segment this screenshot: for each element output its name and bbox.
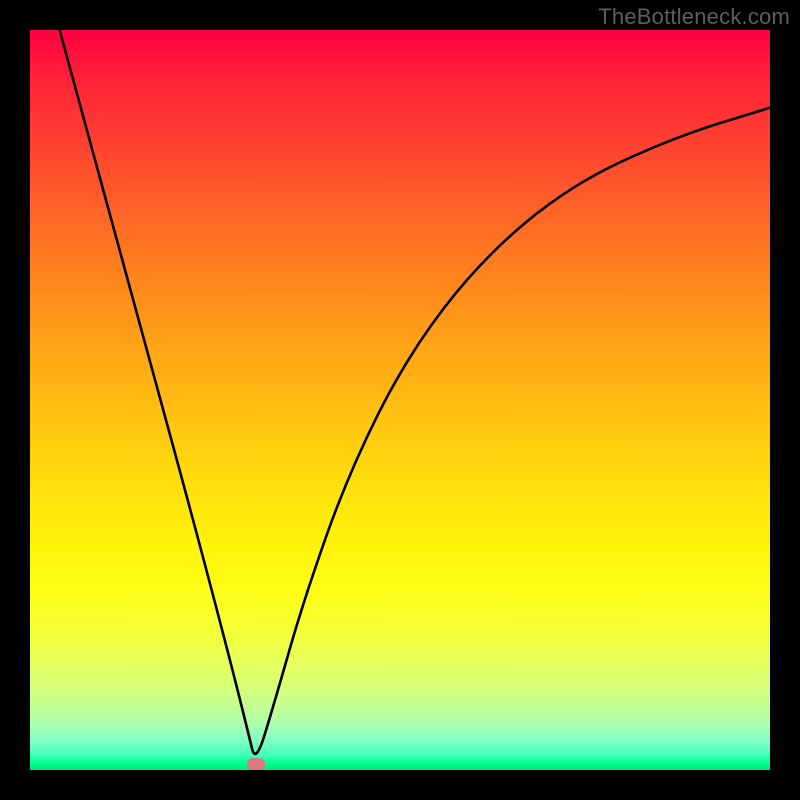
minimum-marker (247, 758, 265, 770)
watermark-text: TheBottleneck.com (598, 4, 790, 30)
bottleneck-curve (30, 30, 770, 770)
chart-frame: TheBottleneck.com (0, 0, 800, 800)
plot-area (30, 30, 770, 770)
